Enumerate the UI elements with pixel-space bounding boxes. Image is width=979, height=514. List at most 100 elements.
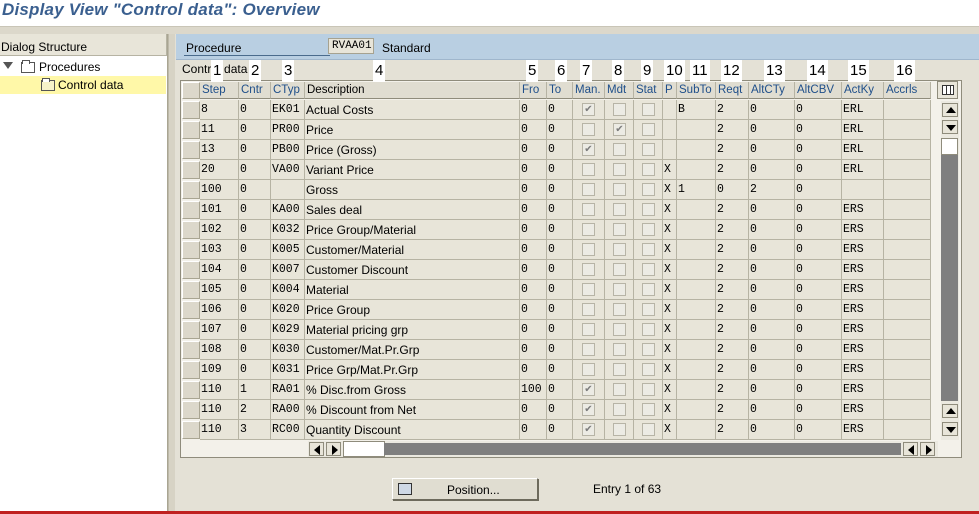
table-cell-step[interactable]: 110 (200, 420, 239, 440)
column-header-desc[interactable]: Description (305, 82, 520, 99)
table-cell-actky[interactable]: ERS (842, 360, 884, 380)
table-cell-subto[interactable]: 1 (677, 180, 716, 200)
table-cell-desc[interactable]: Gross (305, 180, 520, 200)
table-cell-step[interactable]: 101 (200, 200, 239, 220)
select-all-button[interactable] (182, 82, 200, 99)
checkbox[interactable] (613, 383, 626, 396)
checkbox[interactable] (642, 343, 655, 356)
scroll-up-button[interactable] (942, 120, 958, 134)
table-cell-reqt[interactable]: 2 (716, 340, 749, 360)
checkbox[interactable] (582, 223, 595, 236)
table-cell-fro[interactable]: 100 (520, 380, 547, 400)
table-cell-accrls[interactable] (884, 160, 931, 180)
table-cell-accrls[interactable] (884, 180, 931, 200)
table-cell-reqt[interactable]: 2 (716, 380, 749, 400)
table-cell-desc[interactable]: % Disc.from Gross (305, 380, 520, 400)
table-cell-altcbv[interactable]: 0 (795, 220, 842, 240)
table-cell-desc[interactable]: Actual Costs (305, 100, 520, 120)
table-cell-to[interactable]: 0 (547, 300, 573, 320)
table-cell-ctyp[interactable]: K005 (271, 240, 305, 260)
table-cell-reqt[interactable]: 2 (716, 280, 749, 300)
table-cell-desc[interactable]: Price Group (305, 300, 520, 320)
table-cell-to[interactable]: 0 (547, 100, 573, 120)
table-cell-to[interactable]: 0 (547, 240, 573, 260)
table-cell-altcbv[interactable]: 0 (795, 140, 842, 160)
checkbox[interactable] (642, 423, 655, 436)
checkbox[interactable] (582, 363, 595, 376)
table-cell-reqt[interactable]: 2 (716, 360, 749, 380)
table-cell-desc[interactable]: Price Group/Material (305, 220, 520, 240)
table-cell-p[interactable] (663, 100, 677, 120)
table-cell-altcbv[interactable]: 0 (795, 400, 842, 420)
table-cell-ctyp[interactable]: K031 (271, 360, 305, 380)
table-cell-ctyp[interactable]: PB00 (271, 140, 305, 160)
table-cell-actky[interactable]: ERS (842, 300, 884, 320)
table-cell-step[interactable]: 110 (200, 400, 239, 420)
table-cell-altcbv[interactable]: 0 (795, 340, 842, 360)
table-cell-cntr[interactable]: 0 (239, 320, 271, 340)
table-cell-reqt[interactable]: 2 (716, 240, 749, 260)
table-cell-altcbv[interactable]: 0 (795, 320, 842, 340)
column-header-altcbv[interactable]: AltCBV (795, 82, 842, 99)
table-cell-step[interactable]: 108 (200, 340, 239, 360)
checkbox[interactable] (613, 423, 626, 436)
table-cell-p[interactable]: X (663, 200, 677, 220)
table-cell-cntr[interactable]: 0 (239, 360, 271, 380)
table-cell-fro[interactable]: 0 (520, 400, 547, 420)
checkbox[interactable] (613, 323, 626, 336)
panel-splitter[interactable] (168, 34, 175, 514)
table-cell-subto[interactable] (677, 160, 716, 180)
checkbox[interactable] (642, 163, 655, 176)
table-cell-subto[interactable] (677, 240, 716, 260)
row-selector[interactable] (182, 401, 200, 419)
column-header-subto[interactable]: SubTo (677, 82, 716, 99)
table-cell-cntr[interactable]: 0 (239, 220, 271, 240)
column-header-reqt[interactable]: Reqt (716, 82, 749, 99)
table-cell-reqt[interactable]: 2 (716, 120, 749, 140)
table-cell-cntr[interactable]: 3 (239, 420, 271, 440)
table-cell-reqt[interactable]: 2 (716, 300, 749, 320)
table-cell-desc[interactable]: Sales deal (305, 200, 520, 220)
table-cell-subto[interactable] (677, 320, 716, 340)
table-cell-subto[interactable]: B (677, 100, 716, 120)
table-cell-subto[interactable] (677, 200, 716, 220)
table-cell-desc[interactable]: % Discount from Net (305, 400, 520, 420)
table-cell-altcbv[interactable]: 0 (795, 120, 842, 140)
checkbox[interactable] (613, 403, 626, 416)
table-cell-ctyp[interactable]: RC00 (271, 420, 305, 440)
table-cell-altcty[interactable]: 0 (749, 100, 795, 120)
table-cell-p[interactable]: X (663, 240, 677, 260)
checkbox[interactable] (582, 323, 595, 336)
row-selector[interactable] (182, 221, 200, 239)
checkbox[interactable] (642, 303, 655, 316)
table-cell-altcbv[interactable]: 0 (795, 280, 842, 300)
table-cell-subto[interactable] (677, 360, 716, 380)
table-cell-altcty[interactable]: 2 (749, 180, 795, 200)
checkbox[interactable] (642, 103, 655, 116)
table-cell-fro[interactable]: 0 (520, 200, 547, 220)
horizontal-scroll-track[interactable] (384, 443, 901, 455)
checkbox[interactable] (613, 283, 626, 296)
table-cell-desc[interactable]: Customer/Material (305, 240, 520, 260)
table-cell-p[interactable]: X (663, 180, 677, 200)
table-cell-desc[interactable]: Customer Discount (305, 260, 520, 280)
table-cell-fro[interactable]: 0 (520, 340, 547, 360)
table-cell-fro[interactable]: 0 (520, 360, 547, 380)
scroll-down-button[interactable] (942, 404, 958, 418)
table-cell-reqt[interactable]: 2 (716, 100, 749, 120)
checkbox[interactable] (613, 263, 626, 276)
column-header-actky[interactable]: ActKy (842, 82, 884, 99)
table-cell-ctyp[interactable]: K030 (271, 340, 305, 360)
checkbox[interactable] (613, 203, 626, 216)
table-cell-step[interactable]: 100 (200, 180, 239, 200)
table-cell-accrls[interactable] (884, 400, 931, 420)
table-cell-to[interactable]: 0 (547, 400, 573, 420)
table-cell-altcty[interactable]: 0 (749, 400, 795, 420)
table-cell-accrls[interactable] (884, 260, 931, 280)
table-cell-subto[interactable] (677, 280, 716, 300)
table-cell-actky[interactable]: ERS (842, 220, 884, 240)
table-cell-ctyp[interactable] (271, 180, 305, 200)
checkbox[interactable] (642, 263, 655, 276)
table-cell-to[interactable]: 0 (547, 420, 573, 440)
table-cell-actky[interactable]: ERS (842, 420, 884, 440)
